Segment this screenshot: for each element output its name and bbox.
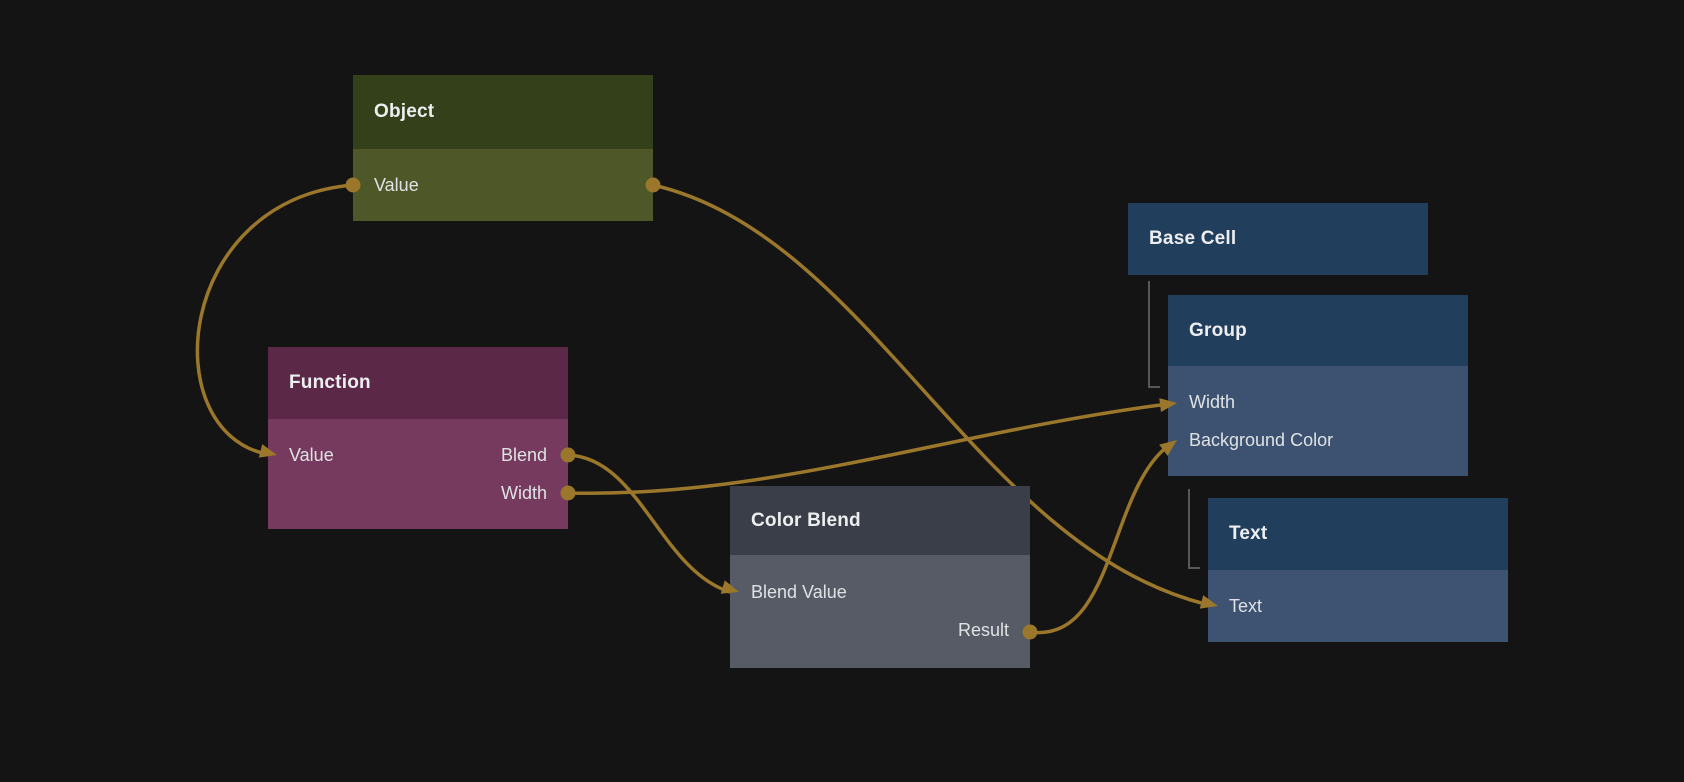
node-color-blend[interactable]: Color Blend Blend Value Result: [730, 486, 1030, 668]
edge-colorblend-result-to-group-backgroundcolor[interactable]: [1030, 446, 1168, 633]
port-label-value: Value: [289, 445, 334, 466]
port-label-blend-value: Blend Value: [751, 582, 847, 603]
port-label-value: Value: [374, 175, 419, 196]
node-color-blend-port-row-0: Blend Value: [730, 574, 1030, 612]
bracket-group-text: [1189, 489, 1200, 568]
node-function-body: Value Blend Width: [268, 419, 568, 529]
bracket-basecell-group: [1149, 281, 1160, 387]
node-base-cell-header[interactable]: Base Cell: [1128, 203, 1428, 275]
node-text-header[interactable]: Text: [1208, 498, 1508, 570]
node-group-header[interactable]: Group: [1168, 295, 1468, 366]
node-group-port-row-1: Background Color: [1168, 421, 1468, 459]
port-label-width: Width: [501, 483, 547, 504]
port-label-text: Text: [1229, 596, 1262, 617]
edge-function-blend-to-colorblend-blendvalue[interactable]: [568, 455, 730, 592]
node-color-blend-header[interactable]: Color Blend: [730, 486, 1030, 555]
node-object-body: Value: [353, 149, 653, 221]
node-object-header[interactable]: Object: [353, 75, 653, 149]
node-base-cell[interactable]: Base Cell: [1128, 203, 1428, 275]
node-function-port-row-0: Value Blend: [268, 436, 568, 474]
node-graph-canvas[interactable]: Object Value Function Value Blend Width Color …: [0, 0, 1684, 782]
node-base-cell-title: Base Cell: [1149, 228, 1236, 250]
node-function-header[interactable]: Function: [268, 347, 568, 419]
node-group-port-row-0: Width: [1168, 383, 1468, 421]
node-object-title: Object: [374, 101, 434, 123]
node-function-port-row-1: Width: [268, 474, 568, 512]
node-text-body: Text: [1208, 570, 1508, 642]
node-color-blend-title: Color Blend: [751, 510, 861, 532]
node-group[interactable]: Group Width Background Color: [1168, 295, 1468, 476]
node-function-title: Function: [289, 372, 371, 394]
node-text[interactable]: Text Text: [1208, 498, 1508, 642]
node-object-port-row-0: Value: [353, 166, 653, 204]
port-label-blend: Blend: [501, 445, 547, 466]
port-label-width: Width: [1189, 392, 1235, 413]
node-group-body: Width Background Color: [1168, 366, 1468, 476]
node-text-title: Text: [1229, 523, 1267, 545]
node-group-title: Group: [1189, 320, 1247, 342]
edge-function-width-to-group-width[interactable]: [568, 404, 1168, 493]
node-function[interactable]: Function Value Blend Width: [268, 347, 568, 529]
port-label-background-color: Background Color: [1189, 430, 1333, 451]
node-color-blend-port-row-1: Result: [730, 612, 1030, 650]
node-object[interactable]: Object Value: [353, 75, 653, 221]
node-text-port-row-0: Text: [1208, 587, 1508, 625]
port-label-result: Result: [958, 620, 1009, 641]
node-color-blend-body: Blend Value Result: [730, 555, 1030, 668]
